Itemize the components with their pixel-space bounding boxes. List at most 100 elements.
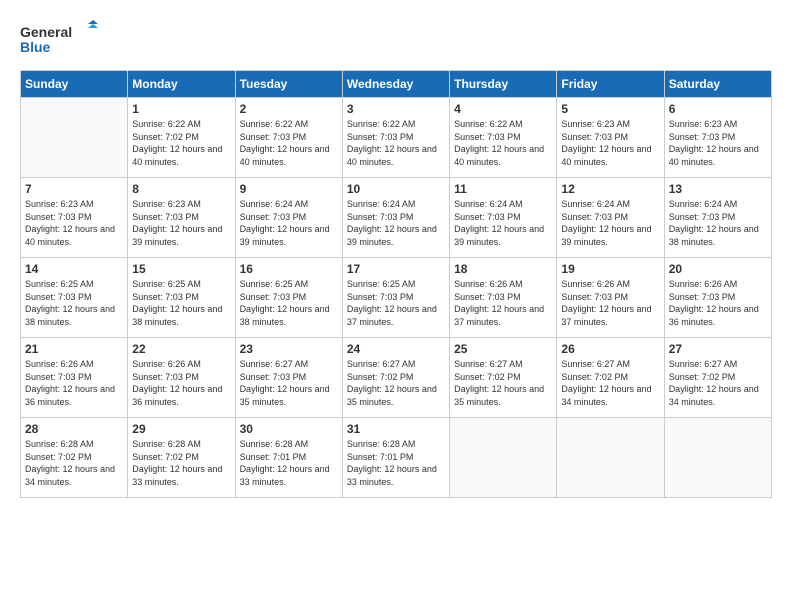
day-number: 1	[132, 102, 230, 116]
day-number: 4	[454, 102, 552, 116]
day-cell	[21, 98, 128, 178]
day-number: 2	[240, 102, 338, 116]
day-number: 10	[347, 182, 445, 196]
day-cell: 8 Sunrise: 6:23 AM Sunset: 7:03 PM Dayli…	[128, 178, 235, 258]
day-info: Sunrise: 6:23 AM Sunset: 7:03 PM Dayligh…	[132, 198, 230, 248]
day-info: Sunrise: 6:23 AM Sunset: 7:03 PM Dayligh…	[669, 118, 767, 168]
day-cell: 9 Sunrise: 6:24 AM Sunset: 7:03 PM Dayli…	[235, 178, 342, 258]
logo: General Blue	[20, 20, 100, 60]
day-info: Sunrise: 6:27 AM Sunset: 7:02 PM Dayligh…	[347, 358, 445, 408]
day-number: 27	[669, 342, 767, 356]
day-number: 16	[240, 262, 338, 276]
day-info: Sunrise: 6:26 AM Sunset: 7:03 PM Dayligh…	[561, 278, 659, 328]
day-number: 8	[132, 182, 230, 196]
col-header-wednesday: Wednesday	[342, 71, 449, 98]
day-info: Sunrise: 6:28 AM Sunset: 7:02 PM Dayligh…	[132, 438, 230, 488]
day-cell: 26 Sunrise: 6:27 AM Sunset: 7:02 PM Dayl…	[557, 338, 664, 418]
day-cell: 2 Sunrise: 6:22 AM Sunset: 7:03 PM Dayli…	[235, 98, 342, 178]
day-info: Sunrise: 6:27 AM Sunset: 7:02 PM Dayligh…	[454, 358, 552, 408]
day-number: 13	[669, 182, 767, 196]
svg-text:Blue: Blue	[20, 39, 51, 55]
day-info: Sunrise: 6:27 AM Sunset: 7:02 PM Dayligh…	[669, 358, 767, 408]
day-number: 20	[669, 262, 767, 276]
day-number: 23	[240, 342, 338, 356]
day-cell: 4 Sunrise: 6:22 AM Sunset: 7:03 PM Dayli…	[450, 98, 557, 178]
day-number: 26	[561, 342, 659, 356]
day-info: Sunrise: 6:22 AM Sunset: 7:03 PM Dayligh…	[454, 118, 552, 168]
day-info: Sunrise: 6:22 AM Sunset: 7:02 PM Dayligh…	[132, 118, 230, 168]
day-cell: 13 Sunrise: 6:24 AM Sunset: 7:03 PM Dayl…	[664, 178, 771, 258]
day-cell: 5 Sunrise: 6:23 AM Sunset: 7:03 PM Dayli…	[557, 98, 664, 178]
day-number: 19	[561, 262, 659, 276]
day-number: 3	[347, 102, 445, 116]
day-number: 11	[454, 182, 552, 196]
day-number: 9	[240, 182, 338, 196]
day-number: 29	[132, 422, 230, 436]
day-number: 24	[347, 342, 445, 356]
day-cell: 14 Sunrise: 6:25 AM Sunset: 7:03 PM Dayl…	[21, 258, 128, 338]
day-cell: 28 Sunrise: 6:28 AM Sunset: 7:02 PM Dayl…	[21, 418, 128, 498]
day-info: Sunrise: 6:28 AM Sunset: 7:01 PM Dayligh…	[347, 438, 445, 488]
day-number: 6	[669, 102, 767, 116]
day-info: Sunrise: 6:25 AM Sunset: 7:03 PM Dayligh…	[132, 278, 230, 328]
day-cell: 10 Sunrise: 6:24 AM Sunset: 7:03 PM Dayl…	[342, 178, 449, 258]
col-header-sunday: Sunday	[21, 71, 128, 98]
page-header: General Blue	[20, 20, 772, 60]
day-info: Sunrise: 6:27 AM Sunset: 7:02 PM Dayligh…	[561, 358, 659, 408]
day-cell	[664, 418, 771, 498]
day-number: 22	[132, 342, 230, 356]
day-cell: 22 Sunrise: 6:26 AM Sunset: 7:03 PM Dayl…	[128, 338, 235, 418]
day-info: Sunrise: 6:24 AM Sunset: 7:03 PM Dayligh…	[347, 198, 445, 248]
week-row-3: 14 Sunrise: 6:25 AM Sunset: 7:03 PM Dayl…	[21, 258, 772, 338]
day-cell: 6 Sunrise: 6:23 AM Sunset: 7:03 PM Dayli…	[664, 98, 771, 178]
day-cell: 27 Sunrise: 6:27 AM Sunset: 7:02 PM Dayl…	[664, 338, 771, 418]
day-cell: 1 Sunrise: 6:22 AM Sunset: 7:02 PM Dayli…	[128, 98, 235, 178]
day-cell: 3 Sunrise: 6:22 AM Sunset: 7:03 PM Dayli…	[342, 98, 449, 178]
day-info: Sunrise: 6:24 AM Sunset: 7:03 PM Dayligh…	[454, 198, 552, 248]
day-info: Sunrise: 6:26 AM Sunset: 7:03 PM Dayligh…	[132, 358, 230, 408]
day-number: 25	[454, 342, 552, 356]
day-cell	[557, 418, 664, 498]
week-row-5: 28 Sunrise: 6:28 AM Sunset: 7:02 PM Dayl…	[21, 418, 772, 498]
day-number: 31	[347, 422, 445, 436]
day-number: 17	[347, 262, 445, 276]
col-header-thursday: Thursday	[450, 71, 557, 98]
day-cell: 24 Sunrise: 6:27 AM Sunset: 7:02 PM Dayl…	[342, 338, 449, 418]
day-info: Sunrise: 6:28 AM Sunset: 7:01 PM Dayligh…	[240, 438, 338, 488]
week-row-2: 7 Sunrise: 6:23 AM Sunset: 7:03 PM Dayli…	[21, 178, 772, 258]
svg-text:General: General	[20, 24, 72, 40]
day-info: Sunrise: 6:25 AM Sunset: 7:03 PM Dayligh…	[240, 278, 338, 328]
col-header-saturday: Saturday	[664, 71, 771, 98]
day-number: 5	[561, 102, 659, 116]
day-number: 12	[561, 182, 659, 196]
week-row-1: 1 Sunrise: 6:22 AM Sunset: 7:02 PM Dayli…	[21, 98, 772, 178]
day-cell: 11 Sunrise: 6:24 AM Sunset: 7:03 PM Dayl…	[450, 178, 557, 258]
day-cell: 30 Sunrise: 6:28 AM Sunset: 7:01 PM Dayl…	[235, 418, 342, 498]
col-header-tuesday: Tuesday	[235, 71, 342, 98]
day-number: 21	[25, 342, 123, 356]
day-info: Sunrise: 6:24 AM Sunset: 7:03 PM Dayligh…	[669, 198, 767, 248]
day-cell: 29 Sunrise: 6:28 AM Sunset: 7:02 PM Dayl…	[128, 418, 235, 498]
day-info: Sunrise: 6:26 AM Sunset: 7:03 PM Dayligh…	[669, 278, 767, 328]
day-cell	[450, 418, 557, 498]
day-info: Sunrise: 6:27 AM Sunset: 7:03 PM Dayligh…	[240, 358, 338, 408]
col-header-friday: Friday	[557, 71, 664, 98]
day-info: Sunrise: 6:23 AM Sunset: 7:03 PM Dayligh…	[25, 198, 123, 248]
day-info: Sunrise: 6:22 AM Sunset: 7:03 PM Dayligh…	[240, 118, 338, 168]
day-number: 14	[25, 262, 123, 276]
day-cell: 18 Sunrise: 6:26 AM Sunset: 7:03 PM Dayl…	[450, 258, 557, 338]
day-info: Sunrise: 6:25 AM Sunset: 7:03 PM Dayligh…	[25, 278, 123, 328]
day-info: Sunrise: 6:26 AM Sunset: 7:03 PM Dayligh…	[454, 278, 552, 328]
day-cell: 25 Sunrise: 6:27 AM Sunset: 7:02 PM Dayl…	[450, 338, 557, 418]
day-info: Sunrise: 6:25 AM Sunset: 7:03 PM Dayligh…	[347, 278, 445, 328]
day-info: Sunrise: 6:22 AM Sunset: 7:03 PM Dayligh…	[347, 118, 445, 168]
day-cell: 20 Sunrise: 6:26 AM Sunset: 7:03 PM Dayl…	[664, 258, 771, 338]
day-cell: 15 Sunrise: 6:25 AM Sunset: 7:03 PM Dayl…	[128, 258, 235, 338]
day-number: 30	[240, 422, 338, 436]
day-cell: 12 Sunrise: 6:24 AM Sunset: 7:03 PM Dayl…	[557, 178, 664, 258]
day-cell: 17 Sunrise: 6:25 AM Sunset: 7:03 PM Dayl…	[342, 258, 449, 338]
week-row-4: 21 Sunrise: 6:26 AM Sunset: 7:03 PM Dayl…	[21, 338, 772, 418]
day-cell: 31 Sunrise: 6:28 AM Sunset: 7:01 PM Dayl…	[342, 418, 449, 498]
calendar-header-row: SundayMondayTuesdayWednesdayThursdayFrid…	[21, 71, 772, 98]
calendar-table: SundayMondayTuesdayWednesdayThursdayFrid…	[20, 70, 772, 498]
